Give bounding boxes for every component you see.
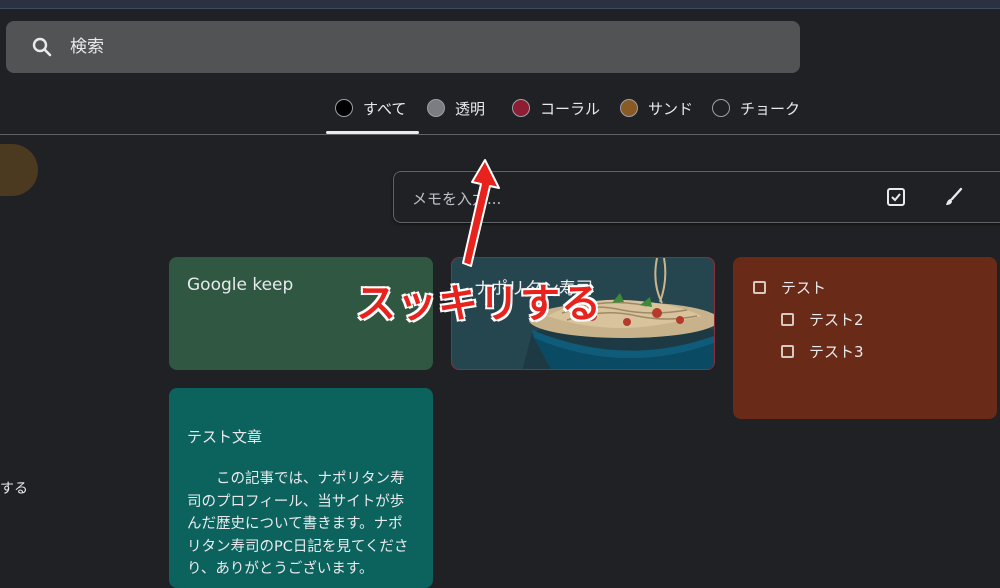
filter-label: サンド xyxy=(648,99,694,118)
color-dot-coral xyxy=(512,99,530,117)
filter-chalk[interactable]: チョーク xyxy=(712,97,800,119)
color-filter-bar: すべて 透明 コーラル サンド チョーク xyxy=(0,93,1000,135)
color-dot-chalk xyxy=(712,99,730,117)
filter-divider xyxy=(0,134,1000,135)
filter-label: 透明 xyxy=(455,99,486,118)
browser-top-strip xyxy=(0,0,1000,9)
checkbox-icon[interactable] xyxy=(781,313,794,326)
color-dot-sand xyxy=(620,99,638,117)
checklist-item[interactable]: テスト2 xyxy=(781,309,864,330)
search-bar[interactable] xyxy=(6,21,800,73)
note-body: この記事では、ナポリタン寿司のプロフィール、当サイトが歩んだ歴史について書きます… xyxy=(187,471,409,577)
checkbox-icon[interactable] xyxy=(753,281,766,294)
filter-all[interactable]: すべて xyxy=(335,97,406,119)
color-dot-black xyxy=(335,99,353,117)
annotation-callout: スッキリする xyxy=(355,280,602,328)
search-icon xyxy=(32,37,52,57)
checklist-item-label: テスト3 xyxy=(809,343,864,361)
checklist-item[interactable]: テスト3 xyxy=(781,341,864,362)
filter-coral[interactable]: コーラル xyxy=(512,97,600,119)
filter-label: チョーク xyxy=(740,99,801,118)
search-input[interactable] xyxy=(68,36,672,58)
checkbox-icon[interactable] xyxy=(884,185,908,209)
brush-icon[interactable] xyxy=(942,185,966,209)
color-dot-transparent xyxy=(427,99,445,117)
note-title: テスト文章 xyxy=(187,428,263,446)
filter-label: すべて xyxy=(363,99,407,118)
checklist-item[interactable]: テスト xyxy=(753,277,826,298)
filter-transparent[interactable]: 透明 xyxy=(427,97,485,119)
checkbox-icon[interactable] xyxy=(781,345,794,358)
note-title: Google keep xyxy=(187,275,294,295)
filter-sand[interactable]: サンド xyxy=(620,97,693,119)
sidebar-active-item[interactable] xyxy=(0,144,38,196)
sidebar-item-label[interactable]: する xyxy=(0,478,28,498)
checklist-item-label: テスト xyxy=(781,279,827,297)
red-arrow-annotation xyxy=(462,159,500,267)
checklist-item-label: テスト2 xyxy=(809,311,864,329)
filter-label: コーラル xyxy=(540,99,601,118)
note-card-text[interactable]: テスト文章 この記事では、ナポリタン寿司のプロフィール、当サイトが歩んだ歴史につ… xyxy=(169,388,433,588)
note-card-checklist[interactable]: テスト テスト2 テスト3 xyxy=(733,257,997,419)
